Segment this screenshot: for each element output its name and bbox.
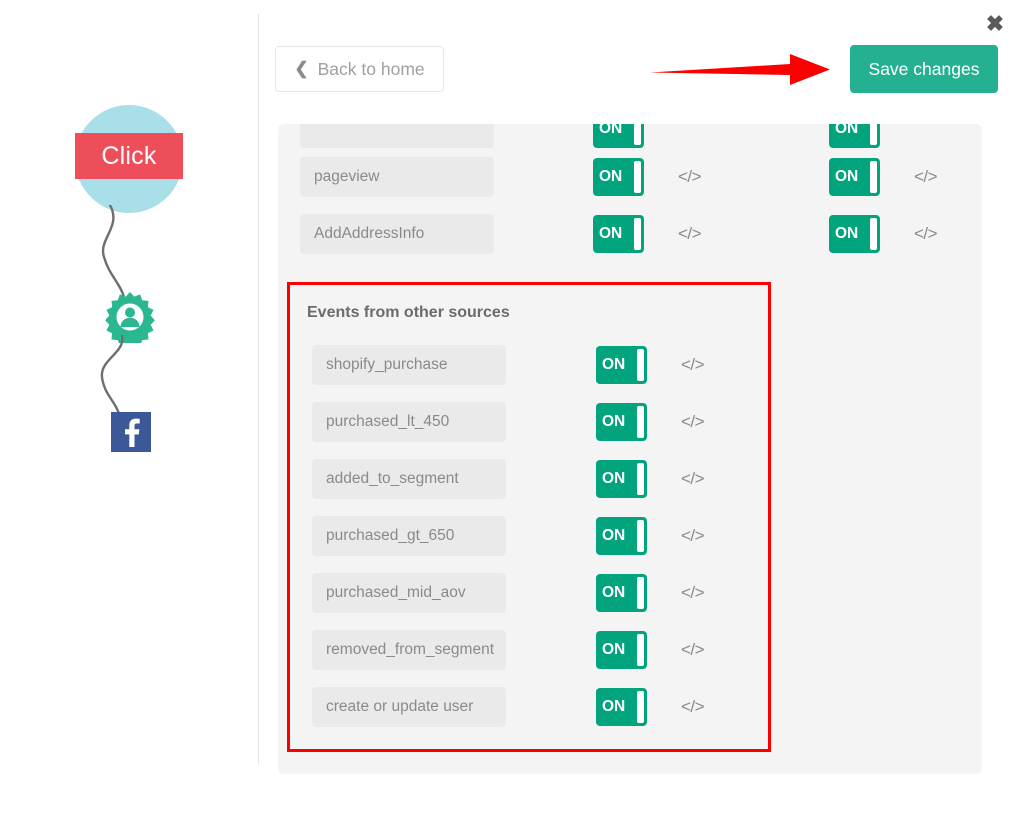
toggle-knob: [637, 690, 644, 723]
toggle-knob: [870, 217, 877, 250]
table-row: AddAddressInfo ON </> ON </>: [278, 205, 982, 262]
toggle-knob: [634, 160, 641, 193]
pixel-toggle[interactable]: ON: [593, 214, 644, 253]
toggle-knob: [634, 124, 641, 145]
other-sources-group: Events from other sources shopify_purcha…: [287, 282, 771, 752]
close-icon[interactable]: ✖: [984, 12, 1006, 36]
list-item: create or update user ON </>: [290, 678, 768, 735]
code-snippet-icon[interactable]: </>: [681, 355, 705, 375]
event-name-field[interactable]: pageview: [300, 156, 494, 197]
toggle-knob: [637, 405, 644, 438]
events-panel: ON ON pageview ON </> ON </> AddAddressI…: [278, 124, 982, 774]
list-item: removed_from_segment ON </>: [290, 621, 768, 678]
click-banner: Click: [75, 133, 183, 179]
conversion-toggle[interactable]: ON: [829, 214, 880, 253]
toggle-knob: [637, 633, 644, 666]
event-name-field[interactable]: purchased_lt_450: [312, 401, 506, 442]
back-to-home-button[interactable]: ❮ Back to home: [275, 46, 444, 92]
event-name-field[interactable]: shopify_purchase: [312, 344, 506, 385]
standard-events-group: ON ON pageview ON </> ON </> AddAddressI…: [278, 124, 982, 262]
code-snippet-icon[interactable]: </>: [681, 583, 705, 603]
code-snippet-icon[interactable]: </>: [678, 224, 702, 244]
code-snippet-icon[interactable]: </>: [914, 167, 938, 187]
event-toggle[interactable]: ON: [596, 573, 647, 612]
event-name-field[interactable]: purchased_mid_aov: [312, 572, 506, 613]
code-snippet-icon[interactable]: </>: [914, 224, 938, 244]
toggle-knob: [637, 576, 644, 609]
facebook-icon: [111, 412, 151, 452]
table-row: pageview ON </> ON </>: [278, 148, 982, 205]
pixel-toggle[interactable]: ON: [593, 157, 644, 196]
toggle-knob: [634, 217, 641, 250]
code-snippet-icon[interactable]: </>: [681, 526, 705, 546]
click-banner-label: Click: [101, 141, 157, 170]
other-sources-list: shopify_purchase ON </> purchased_lt_450 ON <…: [290, 336, 768, 735]
code-snippet-icon[interactable]: </>: [681, 697, 705, 717]
list-item: purchased_mid_aov ON </>: [290, 564, 768, 621]
conversion-toggle[interactable]: ON: [829, 157, 880, 196]
toggle-knob: [637, 462, 644, 495]
table-row: ON ON: [278, 124, 982, 148]
other-sources-title: Events from other sources: [307, 304, 510, 321]
event-toggle[interactable]: ON: [596, 687, 647, 726]
event-name-field[interactable]: removed_from_segment: [312, 629, 506, 670]
code-snippet-icon[interactable]: </>: [681, 412, 705, 432]
toggle-knob: [637, 519, 644, 552]
event-toggle[interactable]: ON: [596, 516, 647, 555]
list-item: added_to_segment ON </>: [290, 450, 768, 507]
annotation-arrow: [650, 54, 830, 85]
connector-line-bottom: [100, 335, 124, 417]
save-changes-button[interactable]: Save changes: [850, 45, 998, 93]
panel-divider: [258, 14, 259, 764]
toggle-knob: [637, 348, 644, 381]
back-to-home-label: Back to home: [317, 58, 425, 79]
connector-line-top: [101, 205, 126, 297]
event-toggle[interactable]: ON: [596, 345, 647, 384]
toggle-knob: [870, 160, 877, 193]
list-item: purchased_gt_650 ON </>: [290, 507, 768, 564]
onboarding-illustration: Click: [0, 0, 258, 816]
list-item: shopify_purchase ON </>: [290, 336, 768, 393]
event-toggle[interactable]: ON: [596, 630, 647, 669]
event-toggle[interactable]: ON: [596, 402, 647, 441]
code-snippet-icon[interactable]: </>: [681, 640, 705, 660]
pixel-toggle[interactable]: ON: [593, 124, 644, 148]
event-name-field[interactable]: [300, 124, 494, 148]
event-name-field[interactable]: AddAddressInfo: [300, 213, 494, 254]
conversion-toggle[interactable]: ON: [829, 124, 880, 148]
chevron-left-icon: ❮: [294, 59, 309, 78]
event-name-field[interactable]: added_to_segment: [312, 458, 506, 499]
toggle-knob: [870, 124, 877, 145]
event-name-field[interactable]: create or update user: [312, 686, 506, 727]
event-name-field[interactable]: purchased_gt_650: [312, 515, 506, 556]
list-item: purchased_lt_450 ON </>: [290, 393, 768, 450]
code-snippet-icon[interactable]: </>: [678, 167, 702, 187]
code-snippet-icon[interactable]: </>: [681, 469, 705, 489]
event-toggle[interactable]: ON: [596, 459, 647, 498]
